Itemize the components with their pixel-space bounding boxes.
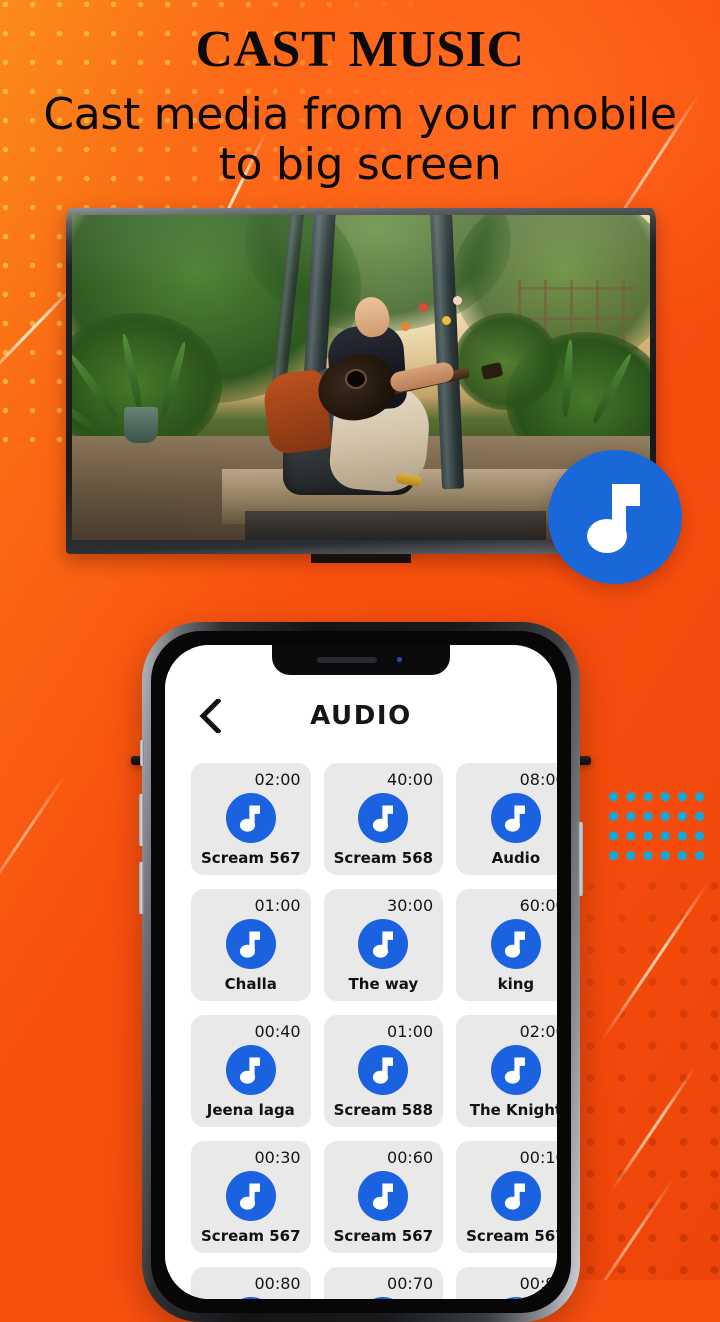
music-note-icon xyxy=(358,1170,409,1221)
track-duration: 02:00 xyxy=(519,1022,557,1042)
audio-track-card[interactable]: 02:00 The Knight xyxy=(456,1015,557,1128)
track-duration: 00:70 xyxy=(387,1274,434,1294)
volume-up-button[interactable] xyxy=(139,794,144,846)
track-duration: 40:00 xyxy=(387,770,434,789)
track-name: Scream 567 xyxy=(201,1226,301,1245)
music-note-icon xyxy=(490,1296,541,1299)
music-note-badge xyxy=(548,450,682,584)
phone-frame: AUDIO 02:00 Scream 567 40:00 Scream 568 08:0… xyxy=(139,622,583,1322)
music-note-icon xyxy=(490,792,541,843)
back-button[interactable] xyxy=(191,697,229,735)
music-note-icon xyxy=(358,918,409,969)
track-duration: 00:80 xyxy=(254,1274,301,1294)
track-duration: 00:90 xyxy=(519,1274,557,1294)
track-name: Jeena laga xyxy=(206,1100,295,1119)
audio-track-card[interactable]: 00:30 Scream 567 xyxy=(191,1141,311,1254)
track-name: The way xyxy=(348,974,419,993)
earpiece-speaker-icon xyxy=(317,657,377,663)
track-name: Scream 567 xyxy=(201,848,301,867)
music-note-icon xyxy=(225,1170,276,1221)
track-duration: 01:00 xyxy=(254,896,301,916)
music-note-icon xyxy=(490,1170,541,1221)
track-duration: 01:00 xyxy=(387,1022,434,1042)
track-duration: 08:00 xyxy=(519,770,557,789)
audio-track-card[interactable]: 00:60 Scream 567 xyxy=(323,1141,444,1254)
audio-track-card[interactable]: 00:80Scream 567 xyxy=(191,1267,311,1299)
audio-track-card[interactable]: 00:10 Scream 567 xyxy=(456,1141,557,1254)
audio-track-card[interactable]: 01:00 Challa xyxy=(191,889,311,1002)
audio-track-card[interactable]: 40:00 Scream 568 xyxy=(323,763,444,876)
front-camera-icon xyxy=(394,654,405,666)
music-note-icon xyxy=(225,918,276,969)
track-name: The Knight xyxy=(469,1100,557,1119)
track-duration: 30:00 xyxy=(387,896,434,916)
audio-track-card[interactable]: 00:70Scream 567 xyxy=(323,1267,444,1299)
track-name: king xyxy=(497,974,535,993)
audio-track-card[interactable]: 02:00 Scream 567 xyxy=(191,763,311,876)
music-note-icon xyxy=(225,792,276,843)
page-subtitle: Cast media from your mobile to big scree… xyxy=(43,89,677,190)
volume-down-button[interactable] xyxy=(139,862,144,914)
music-note-icon xyxy=(225,1296,276,1299)
audio-track-grid: 02:00 Scream 567 40:00 Scream 568 08:00 Audio… xyxy=(165,743,557,1299)
page-title: CAST MUSIC xyxy=(195,21,525,78)
chevron-left-icon xyxy=(199,699,221,733)
promo-headings: CAST MUSIC Cast media from your mobile t… xyxy=(0,0,720,190)
audio-track-card[interactable]: 00:40 Jeena laga xyxy=(191,1015,311,1128)
smartphone-device: AUDIO 02:00 Scream 567 40:00 Scream 568 08:0… xyxy=(139,622,583,1322)
track-name: Scream 567 xyxy=(333,1226,434,1245)
music-note-icon xyxy=(587,484,640,553)
silence-switch-button[interactable] xyxy=(140,740,144,766)
audio-app: AUDIO 02:00 Scream 567 40:00 Scream 568 08:0… xyxy=(165,645,557,1299)
audio-track-card[interactable]: 60:00 king xyxy=(456,889,557,1002)
track-duration: 00:10 xyxy=(519,1148,557,1168)
track-name: Challa xyxy=(224,974,277,993)
music-note-icon xyxy=(358,792,409,843)
power-button[interactable] xyxy=(578,822,583,896)
music-note-icon xyxy=(490,918,541,969)
audio-track-card[interactable]: 00:90Scream 567 xyxy=(456,1267,557,1299)
track-name: Scream 567 xyxy=(466,1226,557,1245)
music-note-icon xyxy=(225,1044,276,1095)
track-name: Audio xyxy=(491,848,541,867)
track-name: Scream 588 xyxy=(333,1100,434,1119)
track-name: Scream 568 xyxy=(333,848,434,867)
music-note-icon xyxy=(490,1044,541,1095)
music-note-icon xyxy=(358,1296,409,1299)
phone-screen: AUDIO 02:00 Scream 567 40:00 Scream 568 08:0… xyxy=(165,645,557,1299)
track-duration: 00:60 xyxy=(387,1148,434,1168)
audio-track-card[interactable]: 30:00 The way xyxy=(323,889,444,1002)
music-note-icon xyxy=(358,1044,409,1095)
audio-track-card[interactable]: 08:00 Audio xyxy=(456,763,557,876)
track-duration: 00:30 xyxy=(254,1148,301,1168)
phone-bezel: AUDIO 02:00 Scream 567 40:00 Scream 568 08:0… xyxy=(151,631,571,1313)
cyan-dot-pattern xyxy=(604,786,704,860)
track-duration: 00:40 xyxy=(254,1022,301,1042)
track-duration: 60:00 xyxy=(519,896,557,916)
phone-notch xyxy=(272,645,450,675)
audio-track-card[interactable]: 01:00 Scream 588 xyxy=(323,1015,444,1128)
track-duration: 02:00 xyxy=(254,770,301,789)
